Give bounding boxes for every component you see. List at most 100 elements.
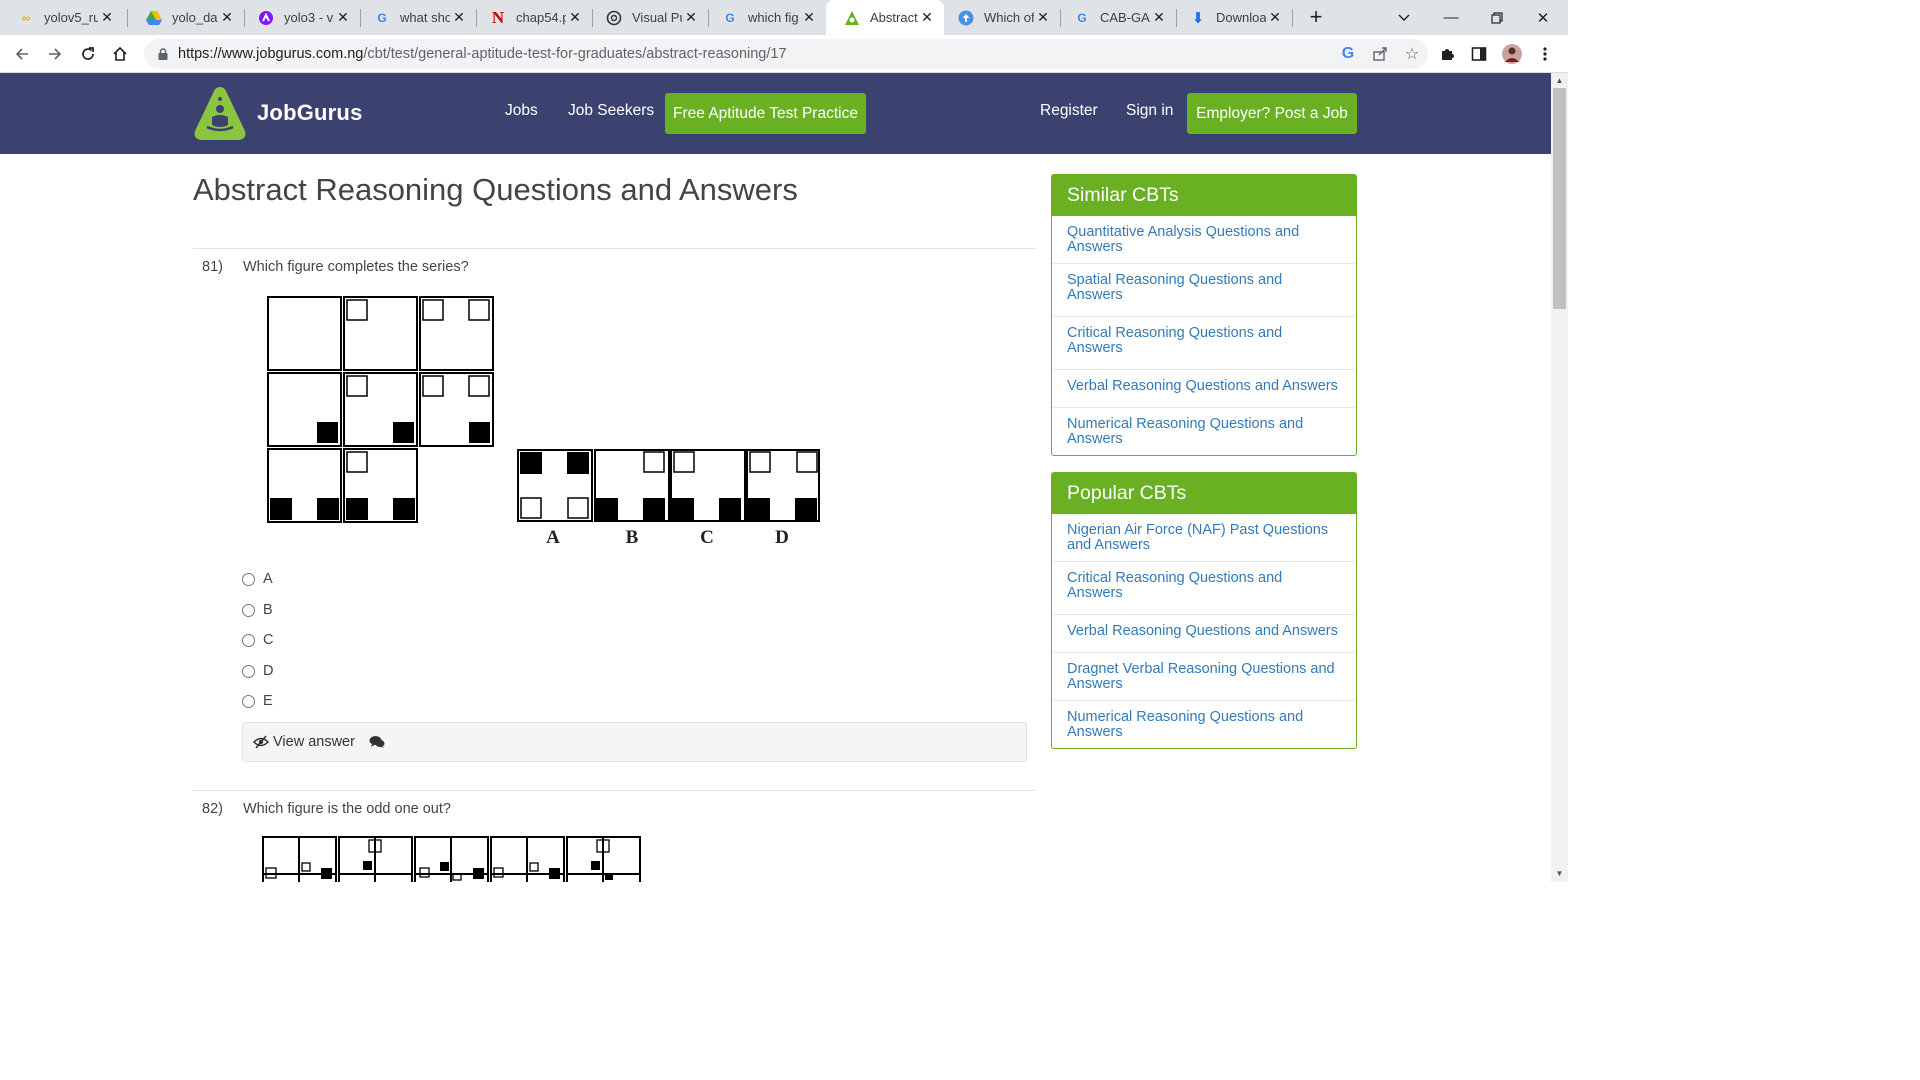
similar-cbt-link[interactable]: Verbal Reasoning Questions and Answers [1052, 369, 1356, 407]
browser-tab-active[interactable]: Abstract ✕ [826, 0, 944, 35]
option-b[interactable]: B [242, 602, 273, 618]
nav-sign-in[interactable]: Sign in [1126, 102, 1173, 120]
similar-cbt-link[interactable]: Numerical Reasoning Questions and Answer… [1052, 407, 1356, 455]
similar-cbt-link[interactable]: Quantitative Analysis Questions and Answ… [1052, 216, 1356, 263]
option-label: E [263, 693, 273, 709]
radio-button[interactable] [242, 572, 255, 586]
page-title: Abstract Reasoning Questions and Answers [193, 172, 798, 207]
browser-tab[interactable]: Which of ✕ [940, 0, 1060, 35]
free-aptitude-test-button[interactable]: Free Aptitude Test Practice [665, 93, 866, 134]
browser-tab[interactable]: ⬇ Downloa ✕ [1172, 0, 1292, 35]
popular-cbt-link[interactable]: Nigerian Air Force (NAF) Past Questions … [1052, 514, 1356, 561]
star-icon[interactable]: ☆ [1396, 44, 1428, 64]
answer-label-c: C [700, 527, 714, 548]
url-text[interactable]: https://www.jobgurus.com.ng/cbt/test/gen… [178, 46, 1332, 62]
kebab-menu-icon [1543, 47, 1547, 61]
site-header: JobGurus Jobs Job Seekers Free Aptitude … [0, 73, 1551, 154]
popular-cbt-link[interactable]: Numerical Reasoning Questions and Answer… [1052, 700, 1356, 748]
side-panel-button[interactable] [1466, 41, 1492, 67]
home-button[interactable] [107, 41, 133, 67]
popular-cbts-panel: Popular CBTs Nigerian Air Force (NAF) Pa… [1051, 472, 1357, 749]
page-scrollbar[interactable]: ▲ ▼ [1551, 73, 1568, 882]
popular-cbt-link[interactable]: Critical Reasoning Questions and Answers [1052, 561, 1356, 614]
browser-tab[interactable]: ∞ yolov5_ru ✕ [0, 0, 124, 35]
browser-tab[interactable]: yolo3 - v2 ✕ [240, 0, 360, 35]
chevron-down-icon [1398, 14, 1410, 21]
close-icon[interactable]: ✕ [98, 9, 116, 26]
option-c[interactable]: C [242, 632, 273, 648]
menu-button[interactable] [1532, 41, 1558, 67]
close-window-button[interactable]: ✕ [1520, 0, 1566, 35]
reload-button[interactable] [75, 41, 101, 67]
nav-register[interactable]: Register [1040, 102, 1098, 120]
similar-cbt-link[interactable]: Critical Reasoning Questions and Answers [1052, 316, 1356, 369]
browser-tab[interactable]: N chap54.p ✕ [472, 0, 592, 35]
similar-cbt-link[interactable]: Spatial Reasoning Questions and Answers [1052, 263, 1356, 316]
scrollbar-thumb[interactable] [1553, 88, 1566, 309]
avatar-icon [1502, 44, 1522, 64]
colab-icon: ∞ [21, 10, 31, 25]
arrow-right-icon [49, 48, 62, 60]
logo-text: JobGurus [257, 100, 363, 125]
arrow-left-icon [15, 48, 28, 60]
home-icon [113, 46, 127, 61]
google-icon[interactable]: G [1332, 45, 1364, 63]
nav-job-seekers[interactable]: Job Seekers [568, 102, 654, 120]
browser-tab[interactable]: yolo_data ✕ [128, 0, 244, 35]
upload-icon [958, 10, 974, 26]
restore-button[interactable] [1474, 0, 1520, 35]
option-a[interactable]: A [242, 571, 273, 587]
tab-title: what sho [400, 10, 450, 25]
browser-tab[interactable]: G what sho ✕ [356, 0, 476, 35]
close-icon[interactable]: ✕ [566, 9, 584, 26]
close-icon[interactable]: ✕ [1266, 9, 1284, 26]
option-d[interactable]: D [242, 663, 273, 679]
tab-title: yolo_data [172, 10, 218, 25]
address-bar[interactable]: https://www.jobgurus.com.ng/cbt/test/gen… [144, 39, 1428, 69]
minimize-button[interactable]: — [1428, 0, 1474, 35]
back-button[interactable] [9, 41, 35, 67]
popular-cbt-link[interactable]: Dragnet Verbal Reasoning Questions and A… [1052, 652, 1356, 700]
profile-avatar[interactable] [1499, 41, 1525, 67]
close-icon[interactable]: ✕ [218, 9, 236, 26]
extensions-button[interactable] [1434, 41, 1460, 67]
download-icon: ⬇ [1191, 9, 1205, 27]
radio-button[interactable] [242, 603, 255, 617]
close-icon[interactable]: ✕ [1034, 9, 1052, 26]
popular-cbt-link[interactable]: Verbal Reasoning Questions and Answers [1052, 614, 1356, 652]
browser-tab[interactable]: Visual Pu ✕ [588, 0, 708, 35]
radio-button[interactable] [242, 633, 255, 647]
option-label: D [263, 663, 274, 679]
reload-icon [82, 47, 94, 60]
scroll-up-arrow-icon[interactable]: ▲ [1551, 73, 1568, 87]
eye-slash-icon[interactable] [253, 735, 269, 749]
radio-button[interactable] [242, 664, 255, 678]
tab-title: yolo3 - v2 [284, 10, 334, 25]
scroll-down-arrow-icon[interactable]: ▼ [1551, 866, 1568, 880]
close-icon[interactable]: ✕ [334, 9, 352, 26]
lock-icon[interactable] [148, 48, 178, 60]
close-icon[interactable]: ✕ [1150, 9, 1168, 26]
nav-jobs[interactable]: Jobs [505, 102, 538, 120]
drive-icon [146, 10, 162, 26]
employer-post-job-button[interactable]: Employer? Post a Job [1187, 93, 1357, 134]
openai-icon [606, 10, 622, 26]
comments-icon[interactable] [369, 735, 385, 749]
close-icon[interactable]: ✕ [682, 9, 700, 26]
close-icon[interactable]: ✕ [450, 9, 468, 26]
option-e[interactable]: E [242, 693, 273, 709]
close-icon[interactable]: ✕ [800, 9, 818, 26]
question-figure: A B C D [267, 296, 820, 548]
tab-search-button[interactable] [1381, 0, 1427, 35]
view-answer-link[interactable]: View answer [273, 734, 355, 750]
radio-button[interactable] [242, 694, 255, 708]
browser-tab[interactable]: G which fig ✕ [704, 0, 826, 35]
share-icon[interactable] [1364, 46, 1396, 62]
close-icon[interactable]: ✕ [918, 9, 936, 26]
site-logo[interactable]: JobGurus [193, 85, 363, 141]
forward-button[interactable] [42, 41, 68, 67]
panel-title: Similar CBTs [1052, 175, 1356, 216]
n-icon: N [491, 7, 505, 27]
new-tab-button[interactable]: + [1303, 4, 1329, 30]
browser-tab[interactable]: G CAB-GAB ✕ [1056, 0, 1176, 35]
